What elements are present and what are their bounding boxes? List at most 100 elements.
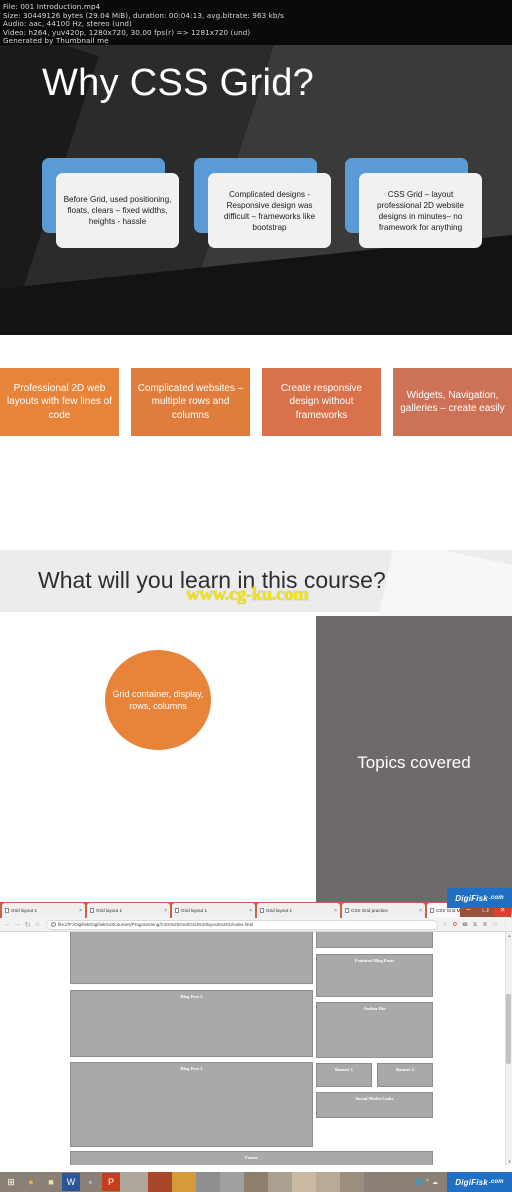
- system-tray: 🌐 ^ ☁: [416, 1172, 438, 1192]
- tab-label: CSS Grid practice: [351, 908, 388, 913]
- card-text: CSS Grid – layout professional 2D websit…: [359, 173, 482, 248]
- extension-icon-3[interactable]: ⌘: [481, 921, 489, 929]
- digifisk-brand-text: DigiFisk: [455, 1177, 488, 1187]
- video-metadata-header: File: 001 Introduction.mp4 Size: 3044912…: [0, 0, 512, 45]
- misc-icon[interactable]: ◐: [82, 1173, 100, 1191]
- taskbar-thumbnail[interactable]: [244, 1172, 268, 1192]
- digifisk-watermark: DigiFisk .com: [447, 1172, 512, 1192]
- tab-close-icon[interactable]: ×: [249, 908, 252, 914]
- page-info-icon[interactable]: ⓘ: [51, 922, 56, 927]
- explorer-icon[interactable]: ■: [42, 1173, 60, 1191]
- taskbar-thumbnail[interactable]: [196, 1172, 220, 1192]
- tab-favicon: [430, 908, 434, 913]
- grid-area-block: Social Media Links: [316, 1092, 433, 1118]
- reload-icon[interactable]: ↻: [23, 920, 32, 929]
- tab-close-icon[interactable]: ×: [164, 908, 167, 914]
- taskbar-thumbnail[interactable]: [340, 1172, 364, 1192]
- browser-toolbar: ← → ↻ ⌂ ⓘ file:///F:/Digifisk/Digifisk%2…: [0, 918, 512, 932]
- slide-card-group: Before Grid, used positioning, floats, c…: [0, 45, 512, 335]
- address-bar[interactable]: ⓘ file:///F:/Digifisk/Digifisk%20courses…: [46, 919, 438, 930]
- browser-tab[interactable]: Grid layout 1 ×: [172, 903, 255, 918]
- tray-network-icon[interactable]: ☁: [432, 1179, 438, 1186]
- url-text: file:///F:/Digifisk/Digifisk%20courses/P…: [58, 922, 254, 927]
- grid-area-block: Banner 2: [377, 1063, 433, 1087]
- tab-favicon: [90, 908, 94, 913]
- word-icon[interactable]: W: [62, 1173, 80, 1191]
- benefit-box: Widgets, Navigation, galleries – create …: [393, 368, 512, 436]
- tab-label: Grid layout 1: [266, 908, 293, 913]
- thumbnail-contact-sheet: File: 001 Introduction.mp4 Size: 3044912…: [0, 0, 512, 1192]
- extension-icon-2[interactable]: ⧉: [471, 921, 479, 929]
- tab-favicon: [260, 908, 264, 913]
- browser-extensions: ☆ O ☎ ⧉ ⌘ □ ⋮: [441, 921, 509, 929]
- windows-taskbar: ⊞ ● ■ W ◐ P 🌐 ^ ☁: [0, 1172, 512, 1192]
- digifisk-suffix-text: .com: [488, 895, 504, 901]
- video-frame-why-css-grid: Why CSS Grid? Before Grid, used position…: [0, 45, 512, 335]
- grid-area-block: Blog Post 3: [70, 1062, 313, 1147]
- grid-area-block: [70, 932, 313, 984]
- browser-tab[interactable]: Grid layout 1 ×: [2, 903, 85, 918]
- scroll-up-icon[interactable]: ▲: [507, 933, 512, 938]
- scrollbar-thumb[interactable]: [506, 994, 511, 1064]
- bookmark-star-icon[interactable]: ☆: [441, 921, 449, 929]
- grid-area-block: Blog Post 2: [70, 990, 313, 1057]
- page-scrollbar[interactable]: ▲ ▼: [505, 932, 512, 1165]
- taskbar-thumbnail[interactable]: [292, 1172, 316, 1192]
- card-text: Complicated designs - Responsive design …: [208, 173, 331, 248]
- grid-area-block: Banner 1: [316, 1063, 372, 1087]
- extension-icon-0[interactable]: O: [451, 921, 459, 929]
- topic-circle: Grid container, display, rows, columns: [105, 650, 211, 750]
- video-frame-benefits: Professional 2D web layouts with few lin…: [0, 335, 512, 550]
- benefit-box: Complicated websites – multiple rows and…: [131, 368, 250, 436]
- digifisk-brand-text: DigiFisk: [455, 893, 488, 903]
- tab-close-icon[interactable]: ×: [334, 908, 337, 914]
- scroll-down-icon[interactable]: ▼: [507, 1159, 512, 1164]
- tab-close-icon[interactable]: ×: [79, 908, 82, 914]
- slide-card: Complicated designs - Responsive design …: [194, 158, 331, 248]
- benefit-box: Create responsive design without framewo…: [262, 368, 381, 436]
- taskbar-thumbnail[interactable]: [220, 1172, 244, 1192]
- taskbar-thumbnail[interactable]: [268, 1172, 292, 1192]
- taskbar-thumbnail[interactable]: [148, 1172, 172, 1192]
- site-watermark: www.cg-ku.com: [186, 584, 309, 605]
- tab-label: Grid layout 1: [96, 908, 123, 913]
- extension-icon-4[interactable]: □: [491, 921, 499, 929]
- browser-page-content: Blog Post 2 Blog Post 3 Footer Featured Blo…: [0, 932, 512, 1165]
- slide-card: CSS Grid – layout professional 2D websit…: [345, 158, 482, 248]
- video-frame-browser: Grid layout 1 × Grid layout 1 × Grid layout …: [0, 902, 512, 1192]
- browser-tabs: Grid layout 1 × Grid layout 1 × Grid layout …: [2, 903, 512, 918]
- taskbar-thumbnail[interactable]: [172, 1172, 196, 1192]
- browser-tab[interactable]: CSS Grid practice ×: [342, 903, 425, 918]
- forward-icon[interactable]: →: [13, 920, 22, 929]
- grid-area-block: Featured Blog Posts: [316, 954, 433, 997]
- back-icon[interactable]: ←: [3, 920, 12, 929]
- grid-area-block: [316, 932, 433, 948]
- home-icon[interactable]: ⌂: [33, 920, 42, 929]
- grid-area-block: Footer: [70, 1151, 433, 1165]
- tray-chevron-icon[interactable]: ^: [426, 1179, 429, 1185]
- digifisk-watermark: DigiFisk .com: [447, 888, 512, 908]
- taskbar-thumbnail[interactable]: [316, 1172, 340, 1192]
- tab-favicon: [5, 908, 9, 913]
- chrome-icon[interactable]: ●: [22, 1173, 40, 1191]
- taskbar-thumbnail[interactable]: [120, 1172, 148, 1192]
- extension-icon-5[interactable]: ⋮: [501, 921, 509, 929]
- grid-area-block: Author Bio: [316, 1002, 433, 1058]
- tray-globe-icon[interactable]: 🌐: [416, 1179, 423, 1186]
- benefit-box: Professional 2D web layouts with few lin…: [0, 368, 119, 436]
- card-text: Before Grid, used positioning, floats, c…: [56, 173, 179, 248]
- digifisk-suffix-text: .com: [488, 1179, 504, 1185]
- tab-label: Grid layout 1: [11, 908, 38, 913]
- slide-card: Before Grid, used positioning, floats, c…: [42, 158, 179, 248]
- tab-close-icon[interactable]: ×: [419, 908, 422, 914]
- browser-tab[interactable]: Grid layout 1 ×: [257, 903, 340, 918]
- start-icon[interactable]: ⊞: [2, 1173, 20, 1191]
- tab-favicon: [345, 908, 349, 913]
- browser-tab[interactable]: Grid layout 1 ×: [87, 903, 170, 918]
- tab-label: Grid layout 1: [181, 908, 208, 913]
- powerpoint-icon[interactable]: P: [102, 1173, 120, 1191]
- tab-favicon: [175, 908, 179, 913]
- browser-tab-strip: Grid layout 1 × Grid layout 1 × Grid layout …: [0, 902, 512, 918]
- extension-icon-1[interactable]: ☎: [461, 921, 469, 929]
- topics-covered-panel: Topics covered: [316, 616, 512, 909]
